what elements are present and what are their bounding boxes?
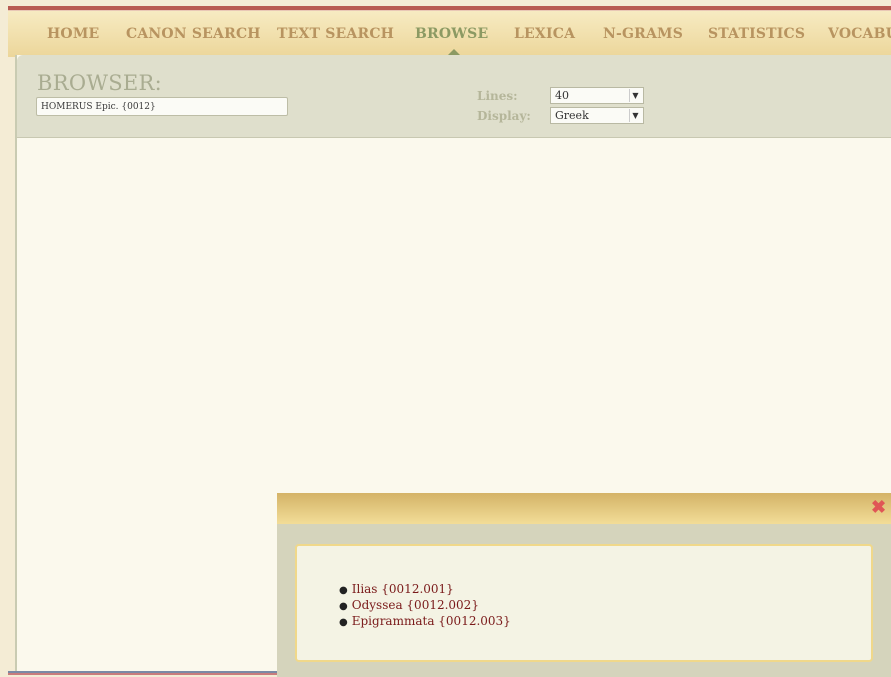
display-select-value: Greek <box>555 109 589 122</box>
work-link[interactable]: Ilias {0012.001} <box>352 582 454 596</box>
lines-select[interactable]: 40 ▼ <box>550 87 644 104</box>
nav-browse[interactable]: BROWSE <box>415 26 488 42</box>
lines-select-value: 40 <box>555 89 569 102</box>
popup-titlebar: ✖ <box>277 493 891 524</box>
lines-label: Lines: <box>477 89 518 103</box>
nav-vocabulary[interactable]: VOCABU <box>828 26 891 42</box>
bullet-icon: ● <box>339 585 348 596</box>
close-icon[interactable]: ✖ <box>871 499 886 517</box>
work-item-odyssea[interactable]: ● Odyssea {0012.002} <box>339 598 511 614</box>
works-list: ● Ilias {0012.001} ● Odyssea {0012.002} ● E… <box>339 582 511 630</box>
main-nav: HOME CANON SEARCH TEXT SEARCH BROWSE LEX… <box>8 10 891 57</box>
nav-n-grams[interactable]: N-GRAMS <box>603 26 683 42</box>
work-link[interactable]: Odyssea {0012.002} <box>352 598 479 612</box>
nav-text-search[interactable]: TEXT SEARCH <box>277 26 394 42</box>
nav-lexica[interactable]: LEXICA <box>514 26 575 42</box>
display-label: Display: <box>477 109 531 123</box>
page-title: BROWSER: <box>37 71 163 95</box>
work-link[interactable]: Epigrammata {0012.003} <box>352 614 511 628</box>
works-popup: ✖ ● Ilias {0012.001} ● Odyssea {0012.002} … <box>277 493 891 677</box>
nav-canon-search[interactable]: CANON SEARCH <box>126 26 261 42</box>
chevron-down-icon: ▼ <box>629 109 641 122</box>
bullet-icon: ● <box>339 601 348 612</box>
work-item-ilias[interactable]: ● Ilias {0012.001} <box>339 582 511 598</box>
footer-line-red <box>8 673 278 675</box>
bullet-icon: ● <box>339 617 348 628</box>
author-input[interactable]: HOMERUS Epic. {0012} <box>36 97 288 116</box>
works-list-box: ● Ilias {0012.001} ● Odyssea {0012.002} ● E… <box>295 544 873 662</box>
display-select[interactable]: Greek ▼ <box>550 107 644 124</box>
work-item-epigrammata[interactable]: ● Epigrammata {0012.003} <box>339 614 511 630</box>
browser-header: BROWSER: HOMERUS Epic. {0012} Lines: 40 … <box>17 55 891 138</box>
chevron-down-icon: ▼ <box>629 89 641 102</box>
nav-home[interactable]: HOME <box>47 26 99 42</box>
nav-statistics[interactable]: STATISTICS <box>708 26 805 42</box>
